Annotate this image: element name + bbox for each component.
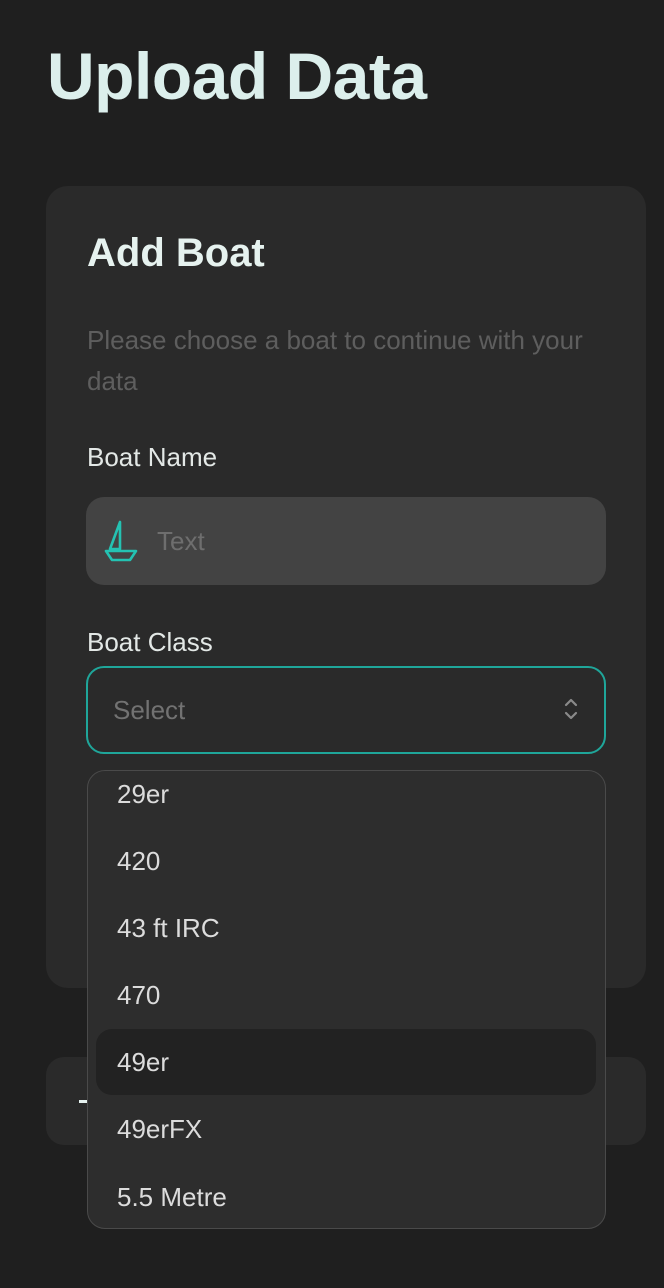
dropdown-option-label: 49erFX [117, 1114, 203, 1144]
chevron-up-down-icon [564, 698, 578, 720]
dropdown-option[interactable]: 5.5 Metre [96, 1164, 596, 1228]
dropdown-option-label: 49er [117, 1047, 170, 1077]
dropdown-option-label: 470 [117, 980, 161, 1010]
boat-name-input[interactable]: Text [86, 497, 606, 585]
dropdown-option[interactable]: 470 [96, 962, 596, 1028]
boat-name-placeholder: Text [157, 526, 205, 556]
dropdown-option[interactable]: 43 ft IRC [96, 895, 596, 961]
dropdown-option-label: 43 ft IRC [117, 913, 220, 943]
dropdown-option[interactable]: 29er [96, 771, 596, 827]
boat-class-select[interactable]: Select [86, 666, 606, 754]
sailboat-icon [104, 520, 138, 562]
boat-class-select-value: Select [113, 695, 186, 725]
dropdown-option[interactable]: 49erFX [96, 1096, 596, 1162]
dropdown-option-label: 420 [117, 846, 161, 876]
boat-name-label: Boat Name [87, 442, 218, 472]
boat-class-dropdown[interactable]: 29er 420 43 ft IRC 470 49er 49erFX 5.5 M… [87, 770, 606, 1229]
card-description: Please choose a boat to continue with yo… [87, 325, 583, 396]
card-title: Add Boat [87, 231, 265, 275]
page: Upload Data Add Boat Please choose a boa… [0, 0, 664, 1288]
dropdown-option[interactable]: 420 [96, 828, 596, 894]
dropdown-option-label: 29er [117, 779, 170, 809]
page-title: Upload Data [47, 39, 427, 113]
dropdown-option-label: 5.5 Metre [117, 1182, 227, 1212]
dropdown-option-highlighted[interactable]: 49er [96, 1029, 596, 1095]
boat-class-label: Boat Class [87, 627, 213, 657]
